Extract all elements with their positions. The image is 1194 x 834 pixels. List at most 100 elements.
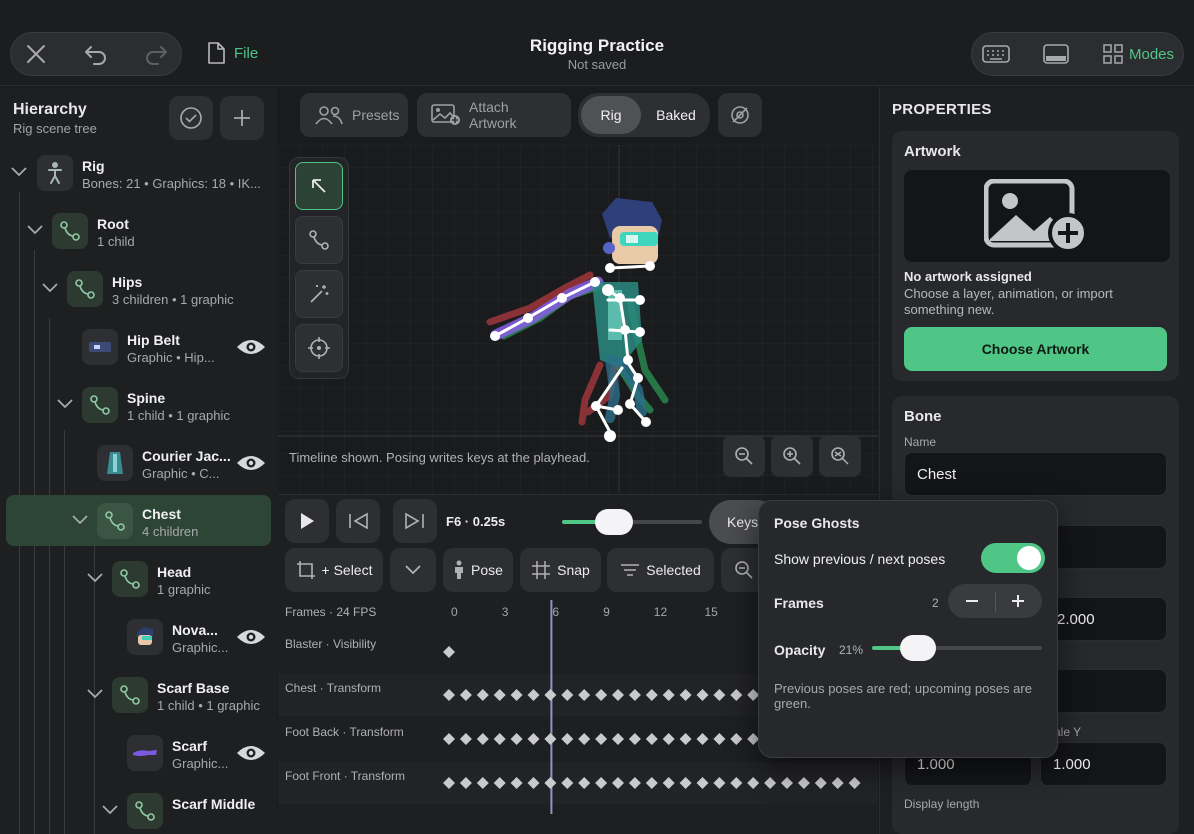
tree-row-hip-belt[interactable]: Hip Belt Graphic • Hip... xyxy=(0,324,277,370)
keyframe-diamond[interactable] xyxy=(730,777,743,789)
hide-overlay-button[interactable] xyxy=(718,93,762,137)
keyframe-diamond[interactable] xyxy=(730,733,743,745)
keyframe-diamond[interactable] xyxy=(527,689,540,701)
scale-y-input[interactable]: 1.000 xyxy=(1040,742,1167,786)
presets-button[interactable]: Presets xyxy=(300,93,408,137)
keyframe-diamond[interactable] xyxy=(578,777,591,789)
keyframe-diamond[interactable] xyxy=(527,733,540,745)
keyframe-diamond[interactable] xyxy=(595,689,608,701)
keyframe-diamond[interactable] xyxy=(561,689,574,701)
keyframe-diamond[interactable] xyxy=(628,689,641,701)
confirm-button[interactable] xyxy=(169,96,213,140)
scrub-slider[interactable] xyxy=(562,509,702,535)
keyframe-diamond[interactable] xyxy=(595,777,608,789)
panel-toggle-icon[interactable] xyxy=(1036,34,1076,74)
keyframe-diamond[interactable] xyxy=(747,777,760,789)
zoom-fit-button[interactable] xyxy=(819,435,861,477)
scrub-knob[interactable] xyxy=(594,509,633,535)
keyframe-diamond[interactable] xyxy=(544,777,557,789)
keyframe-diamond[interactable] xyxy=(713,689,726,701)
keyframe-diamond[interactable] xyxy=(527,777,540,789)
next-frame-button[interactable] xyxy=(393,499,437,543)
keyboard-icon[interactable] xyxy=(976,34,1016,74)
keyframe-diamond[interactable] xyxy=(561,777,574,789)
eye-icon[interactable] xyxy=(236,338,266,356)
keyframe-diamond[interactable] xyxy=(662,689,675,701)
opacity-slider[interactable] xyxy=(872,635,1042,661)
select-keys-button[interactable]: + Select xyxy=(285,548,383,592)
keyframe-diamond[interactable] xyxy=(510,689,523,701)
keyframe-diamond[interactable] xyxy=(595,733,608,745)
chevron-down-icon[interactable] xyxy=(56,398,74,410)
chevron-down-icon[interactable] xyxy=(71,514,89,526)
pose-button[interactable]: Pose xyxy=(443,548,513,592)
show-ghosts-toggle[interactable] xyxy=(981,543,1045,573)
keyframe-diamond[interactable] xyxy=(662,777,675,789)
play-button[interactable] xyxy=(285,499,329,543)
keyframe-diamond[interactable] xyxy=(578,733,591,745)
keyframe-diamond[interactable] xyxy=(443,646,455,658)
keyframe-diamond[interactable] xyxy=(781,777,793,789)
tree-row-spine[interactable]: Spine 1 child • 1 graphic xyxy=(0,382,277,428)
keyframe-diamond[interactable] xyxy=(645,777,658,789)
frames-decrement-button[interactable] xyxy=(954,585,990,617)
tree-row-root[interactable]: Root 1 child xyxy=(0,208,277,254)
chevron-down-icon[interactable] xyxy=(10,166,28,178)
keyframe-diamond[interactable] xyxy=(848,777,861,789)
chevron-down-icon[interactable] xyxy=(41,282,59,294)
choose-artwork-button[interactable]: Choose Artwork xyxy=(904,327,1167,371)
keyframe-diamond[interactable] xyxy=(544,733,557,745)
keyframe-diamond[interactable] xyxy=(628,777,641,789)
keyframe-diamond[interactable] xyxy=(459,689,472,701)
keyframe-diamond[interactable] xyxy=(831,777,844,789)
keyframe-diamond[interactable] xyxy=(696,777,709,789)
keyframe-diamond[interactable] xyxy=(645,689,658,701)
keyframe-diamond[interactable] xyxy=(443,689,455,701)
keyframe-diamond[interactable] xyxy=(578,689,591,701)
keyframe-diamond[interactable] xyxy=(713,733,726,745)
keyframe-diamond[interactable] xyxy=(510,777,523,789)
keyframe-diamond[interactable] xyxy=(493,777,506,789)
bone-tool-button[interactable] xyxy=(295,216,343,264)
chevron-down-icon[interactable] xyxy=(86,572,104,584)
keyframe-diamond[interactable] xyxy=(459,733,472,745)
bone-name-input[interactable]: Chest xyxy=(904,452,1167,496)
frames-increment-button[interactable] xyxy=(1000,585,1036,617)
tree-row-courier-jacket[interactable]: Courier Jac... Graphic • C... xyxy=(0,440,277,486)
keyframe-diamond[interactable] xyxy=(476,777,489,789)
keyframe-diamond[interactable] xyxy=(713,777,726,789)
keyframe-diamond[interactable] xyxy=(696,733,709,745)
keyframe-diamond[interactable] xyxy=(493,733,506,745)
keyframe-diamond[interactable] xyxy=(459,777,472,789)
select-tool-button[interactable] xyxy=(295,162,343,210)
pivot-tool-button[interactable] xyxy=(295,324,343,372)
tree-row-head[interactable]: Head 1 graphic xyxy=(0,556,277,602)
add-bone-button[interactable] xyxy=(220,96,264,140)
previous-frame-button[interactable] xyxy=(336,499,380,543)
keyframe-diamond[interactable] xyxy=(730,689,743,701)
keyframe-diamond[interactable] xyxy=(561,733,574,745)
attach-artwork-button[interactable]: Attach Artwork xyxy=(417,93,571,137)
eye-icon[interactable] xyxy=(236,454,266,472)
keyframe-diamond[interactable] xyxy=(476,689,489,701)
keyframe-diamond[interactable] xyxy=(679,733,692,745)
keyframe-diamond[interactable] xyxy=(612,733,624,745)
keyframe-diamond[interactable] xyxy=(544,689,557,701)
auto-rig-tool-button[interactable] xyxy=(295,270,343,318)
keyframe-diamond[interactable] xyxy=(628,733,641,745)
keyframe-diamond[interactable] xyxy=(612,777,624,789)
opacity-knob[interactable] xyxy=(900,635,937,661)
keyframe-diamond[interactable] xyxy=(612,689,624,701)
keyframe-diamond[interactable] xyxy=(764,777,777,789)
modes-button[interactable]: Modes xyxy=(1103,44,1174,64)
keyframe-diamond[interactable] xyxy=(443,733,455,745)
rig-mode-button[interactable]: Rig xyxy=(581,96,641,134)
select-dropdown-button[interactable] xyxy=(390,548,436,592)
selected-filter-button[interactable]: Selected xyxy=(607,548,714,592)
keyframe-area[interactable] xyxy=(0,600,878,820)
keyframe-diamond[interactable] xyxy=(679,777,692,789)
keyframe-diamond[interactable] xyxy=(797,777,810,789)
keyframe-diamond[interactable] xyxy=(443,777,455,789)
keyframe-diamond[interactable] xyxy=(662,733,675,745)
artwork-drop-zone[interactable] xyxy=(904,170,1170,262)
